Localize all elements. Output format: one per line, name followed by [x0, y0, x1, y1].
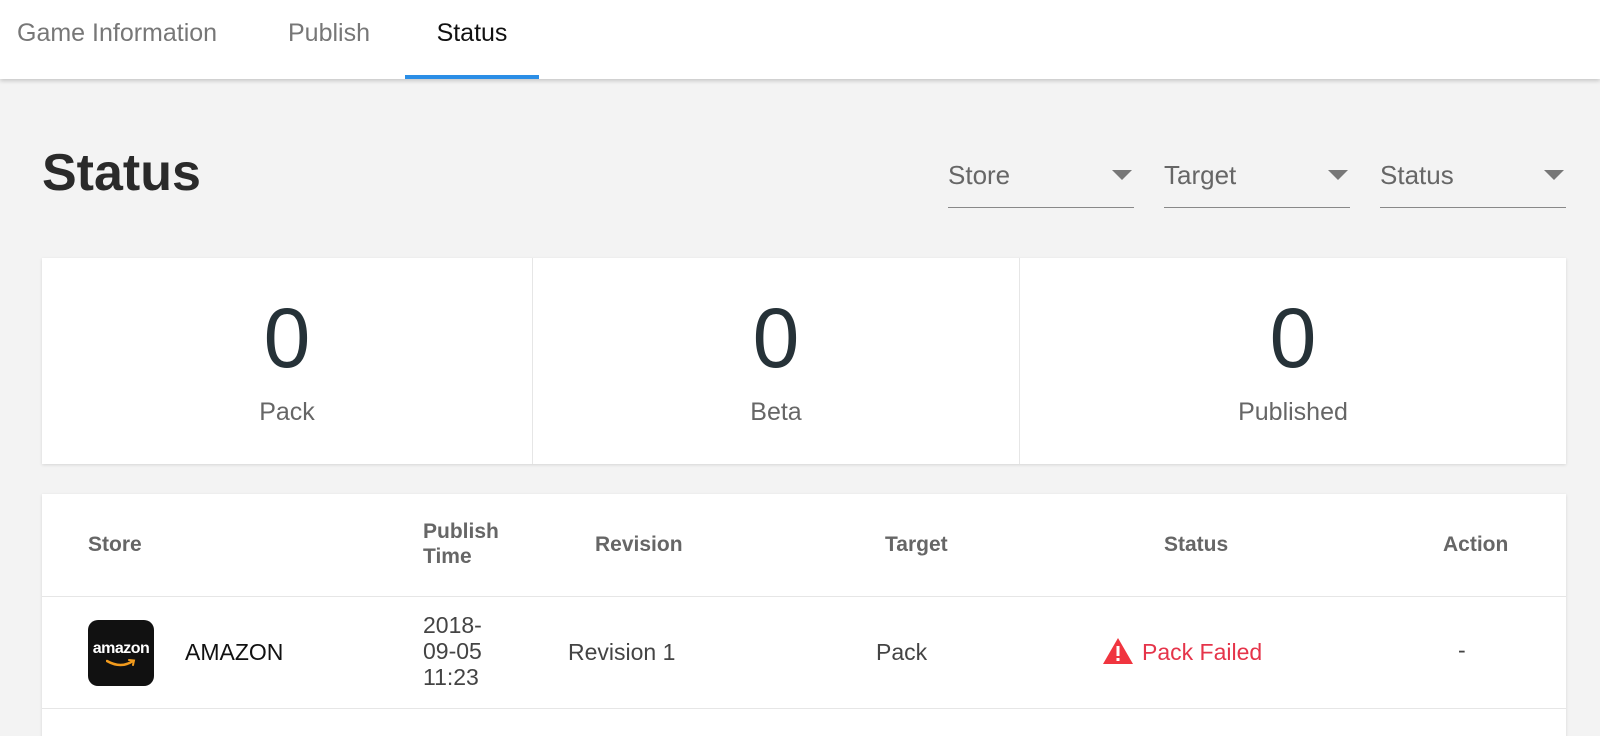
amazon-logo-icon: amazon: [88, 620, 154, 686]
tab-status[interactable]: Status: [405, 0, 539, 79]
tab-bar: Game Information Publish Status: [0, 0, 1600, 79]
active-tab-indicator: [405, 75, 539, 79]
chevron-down-icon: [1112, 170, 1132, 180]
status-badge: Pack Failed: [1102, 637, 1263, 666]
tab-publish[interactable]: Publish: [288, 0, 370, 79]
stat-label: Beta: [750, 398, 802, 426]
store-filter-select[interactable]: Store: [948, 150, 1134, 208]
column-header-status: Status: [1164, 533, 1229, 556]
stat-value: 0: [752, 291, 800, 385]
column-header-publish-time: Publish Time: [423, 520, 499, 568]
stat-label: Pack: [259, 398, 315, 426]
stat-beta: 0 Beta: [532, 258, 1019, 464]
action-cell: -: [1458, 637, 1466, 663]
stats-card: 0 Pack 0 Beta 0 Published: [42, 258, 1566, 464]
column-header-revision: Revision: [595, 533, 683, 556]
store-filter-label: Store: [948, 160, 1011, 190]
page-title: Status: [42, 144, 201, 202]
status-filter-label: Status: [1380, 160, 1454, 190]
warning-icon: [1103, 637, 1133, 664]
column-header-target: Target: [885, 533, 948, 556]
column-header-store: Store: [88, 533, 142, 556]
publish-time: 2018-09-05 11:23: [423, 612, 482, 690]
stat-published: 0 Published: [1019, 258, 1566, 464]
tab-game-information[interactable]: Game Information: [17, 0, 217, 79]
stat-value: 0: [263, 291, 311, 385]
target-filter-select[interactable]: Target: [1164, 150, 1350, 208]
chevron-down-icon: [1328, 170, 1348, 180]
status-text: Pack Failed: [1142, 639, 1263, 665]
table-row: amazon AMAZON 2018-09-05 11:23 Revision …: [42, 597, 1566, 709]
revision: Revision 1: [568, 639, 676, 665]
table-header: Store Publish Time Revision Target Statu…: [42, 494, 1566, 597]
stat-label: Published: [1238, 398, 1348, 426]
target-filter-label: Target: [1164, 160, 1237, 190]
column-header-action: Action: [1443, 533, 1509, 556]
store-name: AMAZON: [185, 639, 284, 665]
amazon-smile-icon: [106, 659, 136, 667]
status-table: Store Publish Time Revision Target Statu…: [42, 494, 1566, 736]
stat-value: 0: [1269, 291, 1317, 385]
target: Pack: [876, 639, 928, 665]
status-filter-select[interactable]: Status: [1380, 150, 1566, 208]
logo-text: amazon: [92, 640, 150, 657]
stat-pack: 0 Pack: [42, 258, 532, 464]
chevron-down-icon: [1544, 170, 1564, 180]
